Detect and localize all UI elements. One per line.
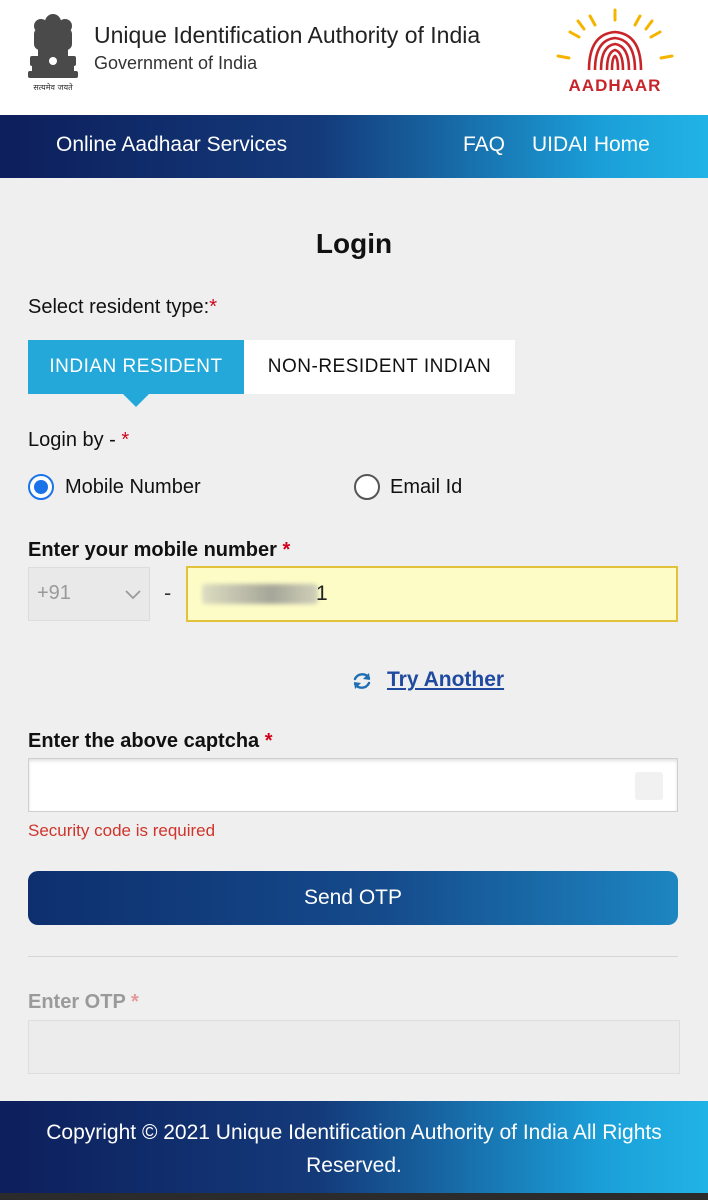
mobile-number-input[interactable]: 1	[186, 566, 678, 622]
captcha-label-text: Enter the above captcha	[28, 730, 265, 752]
mobile-number-label-text: Enter your mobile number	[28, 539, 283, 561]
emblem-motto: सत्यमेव जयते	[33, 83, 73, 92]
resident-type-label-text: Select resident type:	[28, 296, 210, 318]
otp-label-text: Enter OTP	[28, 991, 131, 1013]
tab-indian-resident[interactable]: INDIAN RESIDENT	[28, 340, 244, 407]
required-marker: *	[131, 991, 139, 1013]
top-navbar: Online Aadhaar Services FAQ UIDAI Home	[0, 115, 708, 178]
mobile-number-label: Enter your mobile number *	[28, 539, 290, 562]
required-marker: *	[282, 539, 291, 561]
tab-non-resident-indian[interactable]: NON-RESIDENT INDIAN	[244, 340, 515, 394]
page-title: Login	[315, 228, 393, 259]
nav-link-uidai-home[interactable]: UIDAI Home	[532, 133, 650, 157]
captcha-field-indicator	[635, 772, 663, 800]
country-code-value: +91	[37, 582, 71, 604]
mobile-number-visible-digit: 1	[316, 582, 328, 605]
refresh-icon[interactable]	[351, 670, 373, 692]
copyright-text: Copyright © 2021 Unique Identification A…	[46, 1121, 662, 1177]
resident-type-label: Select resident type:*	[28, 296, 217, 319]
captcha-input[interactable]	[28, 758, 678, 812]
radio-label-email-id[interactable]: Email Id	[390, 476, 462, 499]
try-another-captcha-link[interactable]: Try Another	[387, 668, 504, 692]
radio-mobile-number[interactable]	[28, 474, 54, 500]
send-otp-button[interactable]: Send OTP	[28, 871, 678, 925]
bottom-system-bar	[0, 1193, 708, 1200]
otp-input[interactable]	[28, 1020, 680, 1074]
site-footer: Copyright © 2021 Unique Identification A…	[0, 1101, 708, 1193]
country-code-separator: -	[164, 581, 172, 605]
required-marker: *	[209, 296, 218, 318]
aadhaar-logo-text: AADHAAR	[568, 76, 662, 95]
otp-label: Enter OTP *	[28, 991, 139, 1014]
country-code-select[interactable]: +91	[28, 567, 150, 621]
captcha-error-message: Security code is required	[28, 821, 216, 840]
org-name: Unique Identification Authority of India	[94, 22, 481, 48]
nav-title-online-aadhaar-services[interactable]: Online Aadhaar Services	[56, 133, 287, 157]
radio-label-mobile-number[interactable]: Mobile Number	[65, 476, 201, 499]
site-header: सत्यमेव जयते Unique Identification Autho…	[0, 0, 708, 115]
login-by-label: Login by - *	[28, 429, 129, 452]
masked-mobile-digits	[202, 584, 318, 604]
chevron-down-icon	[125, 590, 141, 600]
radio-email-id[interactable]	[354, 474, 380, 500]
captcha-label: Enter the above captcha *	[28, 730, 273, 753]
form-divider	[28, 956, 678, 957]
nav-link-faq[interactable]: FAQ	[463, 133, 505, 157]
login-by-label-text: Login by -	[28, 429, 122, 451]
required-marker: *	[121, 429, 130, 451]
required-marker: *	[264, 730, 273, 752]
gov-name: Government of India	[94, 53, 258, 73]
